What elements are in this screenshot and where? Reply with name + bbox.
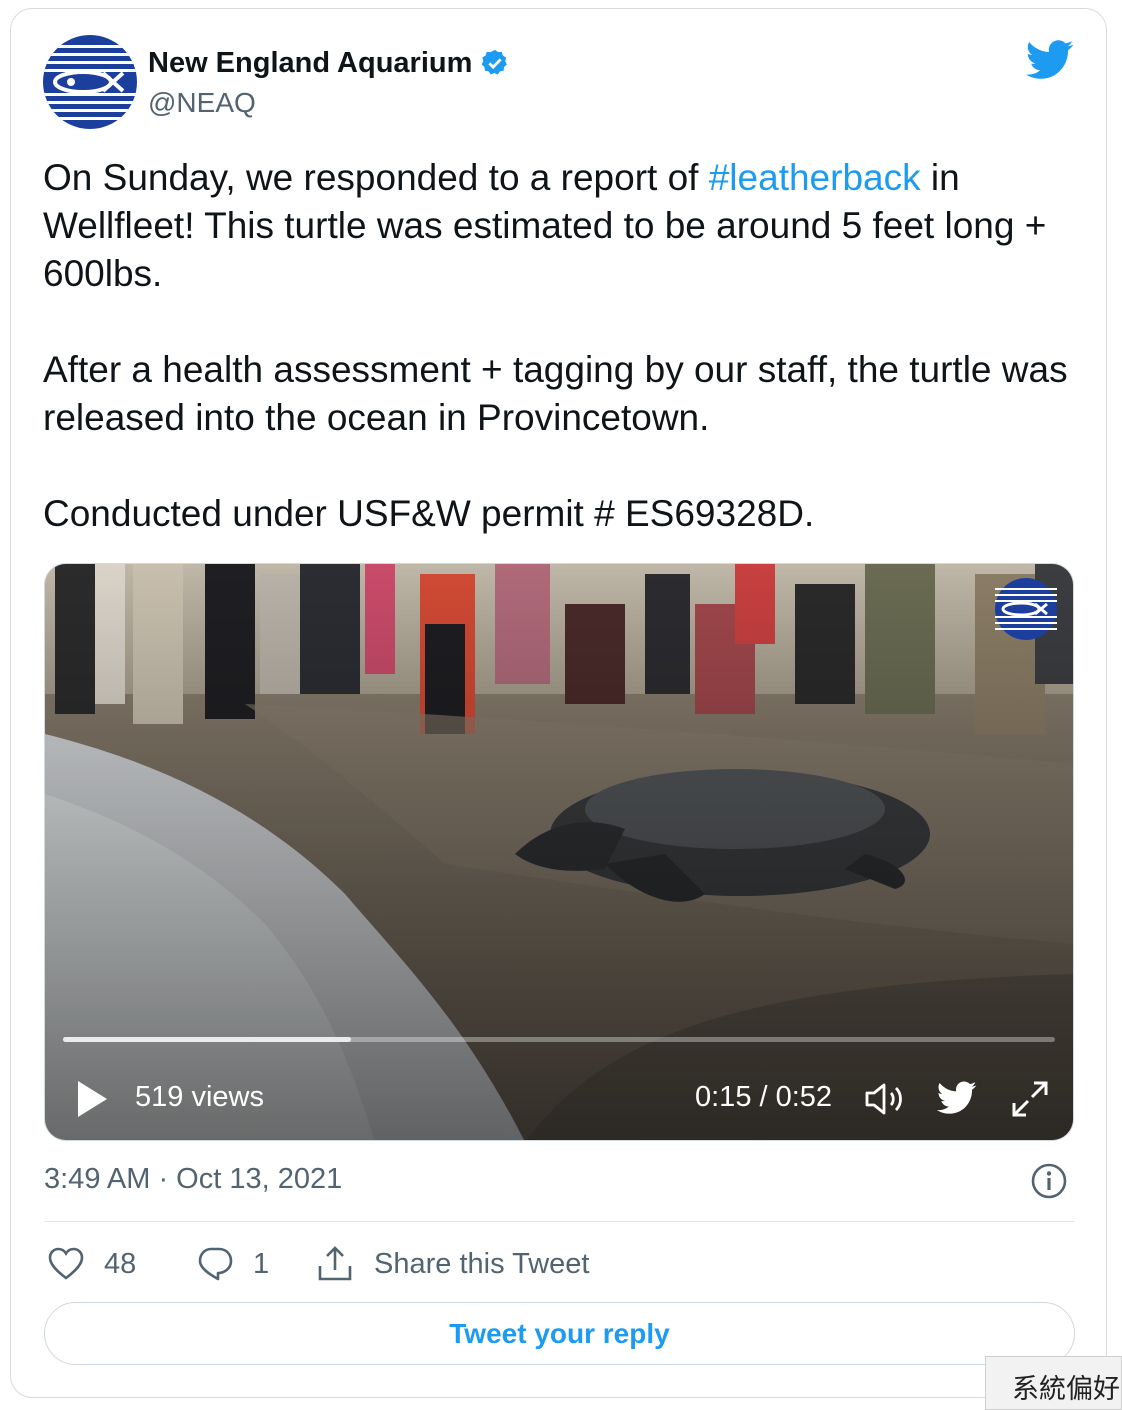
reply-action[interactable]: 1 — [197, 1240, 269, 1288]
video-frame — [45, 564, 1073, 1140]
twitter-bird-icon[interactable] — [937, 1081, 977, 1115]
tweet-text: On Sunday, we responded to a report of #… — [43, 154, 1083, 586]
divider — [44, 1221, 1075, 1222]
video-time: 0:15 / 0:52 — [695, 1081, 833, 1113]
reply-bubble-icon — [198, 1247, 233, 1281]
share-action[interactable]: Share this Tweet — [316, 1240, 589, 1288]
share-label: Share this Tweet — [374, 1247, 590, 1280]
tweet-paragraph-3: Conducted under USF&W permit # ES69328D. — [43, 493, 815, 534]
account-name-row[interactable]: New England Aquarium — [148, 43, 510, 83]
like-count: 48 — [104, 1247, 137, 1280]
video-progress-bar[interactable] — [63, 1037, 1055, 1042]
account-name[interactable]: New England Aquarium — [148, 47, 472, 80]
system-preferences-tooltip: 系統偏好 — [985, 1356, 1122, 1410]
tweet-paragraph-2: After a health assessment + tagging by o… — [43, 349, 1068, 438]
video-player[interactable]: 519 views 0:15 / 0:52 — [44, 563, 1074, 1141]
info-icon[interactable] — [1030, 1162, 1068, 1200]
share-icon — [318, 1246, 352, 1281]
tweet-your-reply-button[interactable]: Tweet your reply — [44, 1302, 1075, 1365]
verified-badge-icon — [482, 49, 508, 75]
hashtag-link[interactable]: #leatherback — [709, 157, 921, 198]
tweet-paragraph-1: On Sunday, we responded to a report of #… — [43, 154, 1083, 298]
account-handle[interactable]: @NEAQ — [148, 87, 256, 119]
neaq-watermark-logo — [995, 578, 1057, 640]
twitter-bird-icon[interactable] — [1026, 40, 1074, 80]
neaq-logo-avatar[interactable] — [43, 35, 137, 129]
like-action[interactable]: 48 — [48, 1240, 136, 1288]
play-icon[interactable] — [75, 1079, 109, 1119]
heart-icon — [48, 1247, 84, 1280]
video-progress-fill — [63, 1037, 351, 1042]
tweet-timestamp[interactable]: 3:49 AM · Oct 13, 2021 — [44, 1163, 342, 1196]
tweet-text-part: On Sunday, we responded to a report of — [43, 157, 709, 198]
fullscreen-icon[interactable] — [1010, 1079, 1050, 1119]
reply-count: 1 — [253, 1247, 270, 1280]
video-views: 519 views — [135, 1081, 264, 1113]
volume-icon[interactable] — [863, 1080, 907, 1118]
